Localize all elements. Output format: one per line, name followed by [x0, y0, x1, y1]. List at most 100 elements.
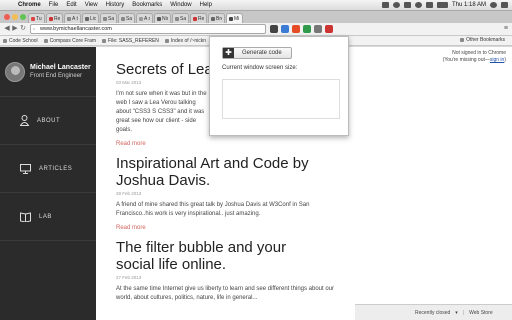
extension-green-icon[interactable] — [303, 25, 311, 33]
zoom-window-icon[interactable] — [20, 14, 26, 20]
screen-size-extension-icon[interactable] — [270, 25, 278, 33]
chrome-menu-icon[interactable]: ≡ — [504, 25, 508, 32]
tab-label: Brea — [216, 15, 222, 22]
read-more-link[interactable]: Read more — [116, 225, 146, 231]
signin-text: (You're missing out— — [442, 57, 490, 63]
bookmark-favicon-icon — [102, 38, 107, 43]
nav-item-articles[interactable]: ARTICLES — [0, 145, 96, 193]
wifi-icon[interactable] — [414, 2, 422, 8]
menu-history[interactable]: History — [102, 2, 129, 8]
tab-label: A sir — [144, 15, 150, 22]
reload-icon[interactable]: ↻ — [19, 25, 27, 33]
menu-edit[interactable]: Edit — [62, 2, 80, 8]
article-post: Inspirational Art and Code by Joshua Dav… — [116, 155, 355, 231]
tab-favicon-icon — [157, 16, 161, 21]
back-arrow-icon[interactable]: ◀ — [3, 25, 11, 33]
extension-pocket-icon[interactable] — [325, 25, 333, 33]
browser-tab[interactable]: Resp — [46, 13, 63, 23]
minimize-window-icon[interactable] — [12, 14, 18, 20]
menu-view[interactable]: View — [81, 2, 102, 8]
page-icon: ▫ — [33, 27, 36, 33]
extension-blue-icon[interactable] — [281, 25, 289, 33]
tab-favicon-icon — [193, 16, 197, 21]
tab-label: Nico — [162, 15, 168, 22]
address-bar[interactable]: ▫ www.bymichaellancaster.com — [30, 24, 266, 34]
menubar-status-area: Thu 1:18 AM — [381, 2, 512, 8]
extension-icons — [270, 25, 333, 33]
new-tab-footer: Recently closed ▾ | Web Store — [355, 304, 512, 320]
other-bookmarks-label: Other Bookmarks — [466, 37, 505, 43]
article-date: 28 Feb 2013 — [116, 191, 142, 196]
bookmark-favicon-icon — [3, 38, 7, 43]
bookmark-favicon-icon — [164, 38, 169, 43]
nav-item-about[interactable]: ABOUT — [0, 97, 96, 145]
bookmark-label: File: SASS_REFEREN — [108, 37, 159, 44]
browser-tab[interactable]: A sir — [136, 13, 153, 23]
bookmark-item[interactable]: Index of /~nickn — [162, 38, 209, 44]
battery-icon[interactable] — [436, 2, 448, 8]
menu-help[interactable]: Help — [196, 2, 216, 8]
article-title[interactable]: The filter bubble and your social life o… — [116, 239, 316, 273]
signin-line: Not signed in to Chrome — [452, 50, 506, 56]
dropbox-icon[interactable] — [381, 2, 389, 8]
nav-label: LAB — [39, 213, 52, 220]
bluetooth-icon[interactable] — [403, 2, 411, 8]
tab-label: Resp — [198, 15, 204, 22]
screen-size-output[interactable] — [222, 79, 340, 119]
browser-tab[interactable]: Resp — [190, 13, 207, 23]
browser-tab[interactable]: A tal — [64, 13, 81, 23]
bookmark-item[interactable]: Code School — [0, 38, 41, 44]
tab-label: Resp — [54, 15, 60, 22]
tab-favicon-icon — [67, 16, 71, 21]
tab-label: Safa — [108, 15, 114, 22]
signin-line: (You're missing out—sign in) — [443, 57, 506, 64]
menu-file[interactable]: File — [45, 2, 63, 8]
tab-favicon-icon — [49, 16, 53, 21]
browser-tab[interactable]: Mi — [226, 13, 243, 23]
signin-link[interactable]: sign in — [490, 57, 504, 63]
other-bookmarks[interactable]: Other Bookmarks — [457, 37, 508, 43]
bookmark-label: Code School — [9, 37, 38, 44]
notification-center-icon[interactable] — [501, 2, 508, 8]
browser-tab[interactable]: Nico — [154, 13, 171, 23]
forward-arrow-icon[interactable]: ▶ — [11, 25, 19, 33]
extension-gray-icon[interactable] — [314, 25, 322, 33]
extension-red-icon[interactable] — [292, 25, 300, 33]
time-machine-icon[interactable] — [392, 2, 400, 8]
read-more-link[interactable]: Read more — [116, 141, 146, 147]
web-store-link[interactable]: Web Store — [469, 310, 493, 316]
menu-app-name[interactable]: Chrome — [14, 2, 45, 8]
tab-label: A tal — [72, 15, 78, 22]
menu-bookmarks[interactable]: Bookmarks — [128, 2, 166, 8]
avatar[interactable] — [5, 61, 25, 82]
volume-icon[interactable] — [425, 2, 433, 8]
tab-favicon-icon — [175, 16, 179, 21]
article-title[interactable]: Inspirational Art and Code by Joshua Dav… — [116, 155, 316, 189]
nav-item-lab[interactable]: LAB — [0, 193, 96, 241]
chevron-down-icon[interactable]: ▾ — [455, 310, 458, 316]
menubar-clock[interactable]: Thu 1:18 AM — [452, 2, 486, 8]
tab-favicon-icon — [121, 16, 125, 21]
bookmark-label: Index of /~nickn — [170, 37, 207, 44]
person-icon — [20, 115, 29, 126]
article-excerpt: A friend of mine shared this great talk … — [116, 202, 310, 217]
browser-tab[interactable]: Lion — [82, 13, 99, 23]
bookmark-item[interactable]: Compass Core Fram — [41, 38, 99, 44]
article-date: 27 Feb 2013 — [116, 275, 142, 280]
spotlight-icon[interactable] — [490, 2, 497, 8]
menu-window[interactable]: Window — [166, 2, 195, 8]
profile-name: Michael Lancaster — [30, 64, 91, 71]
article-excerpt: At the same time Internet give us libert… — [116, 286, 335, 301]
close-window-icon[interactable] — [4, 14, 10, 20]
article-excerpt: I'm not sure when it was but in the web … — [116, 91, 207, 133]
tab-label: Safa — [180, 15, 186, 22]
browser-tab[interactable]: Tuts — [28, 13, 45, 23]
recently-closed-button[interactable]: Recently closed — [415, 310, 450, 316]
browser-tab[interactable]: Safa — [100, 13, 117, 23]
generate-code-button[interactable]: ✚ Generate code — [222, 47, 292, 59]
browser-tab[interactable]: Safa — [118, 13, 135, 23]
browser-tab[interactable]: Safa — [172, 13, 189, 23]
tab-label: Lion — [90, 15, 96, 22]
bookmark-item[interactable]: File: SASS_REFEREN — [99, 38, 162, 44]
browser-tab[interactable]: Brea — [208, 13, 225, 23]
